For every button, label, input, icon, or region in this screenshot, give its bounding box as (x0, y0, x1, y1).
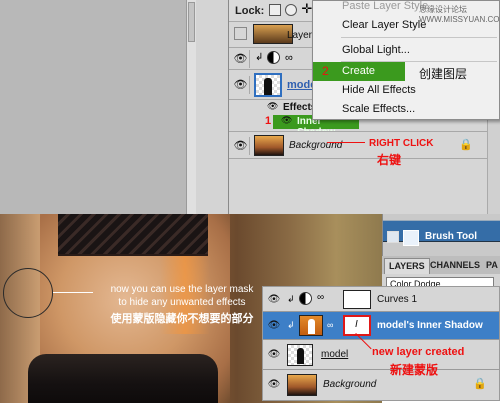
menu-global-light[interactable]: Global Light... (313, 41, 499, 60)
adjustment-icon (299, 292, 312, 305)
right-click-pointer (327, 142, 365, 143)
mask-note-zh: 使用蒙版隐藏你不想要的部分 (110, 313, 254, 325)
photo-corset (58, 214, 208, 256)
new-layer-label: new layer created (372, 346, 465, 358)
menu-scale-effects[interactable]: Scale Effects... (313, 100, 499, 119)
silhouette (297, 348, 304, 364)
tab-channels[interactable]: CHANNELS (426, 258, 484, 274)
background-thumbnail (254, 135, 284, 156)
mask-note-en: now you can use the layer mask to hide a… (110, 284, 254, 308)
brush-tool-row[interactable]: Brush Tool (383, 220, 500, 246)
layer-row-curves[interactable]: 👁 ↲ ∞ Curves 1 (262, 286, 500, 312)
brush-cursor-circle (3, 268, 53, 318)
layer-row-background[interactable]: 👁 Background 🔒 (229, 131, 500, 159)
model-thumbnail (254, 73, 282, 97)
layers-empty-area (229, 159, 500, 214)
right-click-label-zh: 右键 (377, 153, 402, 167)
link-arrow-icon: ↲ (287, 294, 295, 304)
link-arrow-icon: ↲ (255, 52, 264, 63)
background-thumbnail (287, 374, 317, 396)
effects-eye-icon[interactable]: 👁 (267, 101, 278, 112)
lock-label: Lock: (235, 5, 265, 17)
new-layer-mask-thumbnail[interactable]: I (343, 315, 371, 336)
visibility-empty-box[interactable] (234, 27, 247, 40)
eye-icon[interactable]: 👁 (232, 50, 250, 68)
layer-name-partial: Layer (287, 30, 313, 41)
eye-icon[interactable]: 👁 (232, 76, 250, 94)
step-2-marker: 2 (322, 64, 329, 78)
eye-icon[interactable]: 👁 (266, 377, 282, 393)
mask-note: now you can use the layer mask to hide a… (86, 283, 278, 325)
vertical-scrollbar[interactable] (186, 0, 196, 214)
watermark: 思缘设计论坛 WWW.MISSYUAN.COM (419, 5, 500, 24)
effect-eye-icon[interactable]: 👁 (281, 115, 292, 126)
lock-transparency-icon[interactable] (269, 4, 281, 16)
photo-skirt (28, 354, 218, 403)
create-layer-label-zh: 创建图层 (419, 67, 468, 81)
silhouette (308, 319, 315, 334)
curves-layer-name: Curves 1 (377, 294, 418, 305)
layers-list: 👁 ↲ ∞ Curves 1 👁 ↲ ∞ I model's Inner Sha… (262, 286, 500, 403)
model-layer-name: model (321, 349, 349, 360)
new-layer-label-zh: 新建蒙版 (390, 363, 439, 377)
tab-layers[interactable]: LAYERS (384, 258, 430, 274)
panel-gap (196, 0, 228, 214)
chain-icon[interactable]: ∞ (327, 320, 333, 330)
adjustment-icon (267, 51, 280, 64)
lock-image-icon[interactable] (285, 4, 297, 16)
lock-icon: 🔒 (459, 139, 473, 151)
background-layer-name: Background (323, 379, 377, 390)
step-1-marker: 1 (265, 115, 272, 127)
inner-shadow-layer-name: model's Inner Shadow (377, 320, 483, 331)
chain-icon[interactable]: ∞ (285, 52, 293, 64)
layer-row-inner-shadow[interactable]: 👁 ↲ ∞ I model's Inner Shadow (262, 312, 500, 340)
panel-tabs: LAYERS CHANNELS PA (382, 256, 500, 274)
chain-icon[interactable]: ∞ (317, 292, 324, 303)
clip-arrow-icon: ↲ (287, 320, 295, 330)
brush-tool-label: Brush Tool (425, 231, 478, 242)
silhouette (264, 78, 272, 95)
eye-icon[interactable]: 👁 (232, 137, 250, 155)
curves-mask-thumbnail (343, 290, 371, 309)
eye-icon[interactable]: 👁 (266, 347, 282, 363)
inner-shadow-thumbnail (299, 315, 323, 336)
brush-check[interactable] (387, 231, 399, 243)
layer-row-background-bottom[interactable]: 👁 Background 🔒 (262, 370, 500, 401)
layers-panel-bottom: LAYERS CHANNELS PA Color Dodge 👁 ↲ ∞ Cur… (262, 256, 500, 403)
menu-hide-all-effects[interactable]: Hide All Effects (313, 81, 499, 100)
model-thumbnail (287, 344, 313, 366)
lock-icon: 🔒 (473, 378, 487, 390)
tool-preset-panel: Brush Tool (382, 214, 500, 256)
right-click-label: RIGHT CLICK (369, 138, 434, 149)
menu-separator (341, 37, 497, 38)
eye-icon[interactable]: 👁 (266, 318, 282, 334)
context-menu: Paste Layer Style Clear Layer Style Glob… (312, 0, 500, 120)
cursor-i-icon: I (355, 319, 358, 330)
tab-paths[interactable]: PA (482, 258, 500, 274)
canvas-gray-area (0, 0, 186, 214)
brush-icon (403, 230, 419, 246)
scrollbar-thumb[interactable] (188, 2, 195, 42)
eye-icon[interactable]: 👁 (266, 292, 282, 308)
